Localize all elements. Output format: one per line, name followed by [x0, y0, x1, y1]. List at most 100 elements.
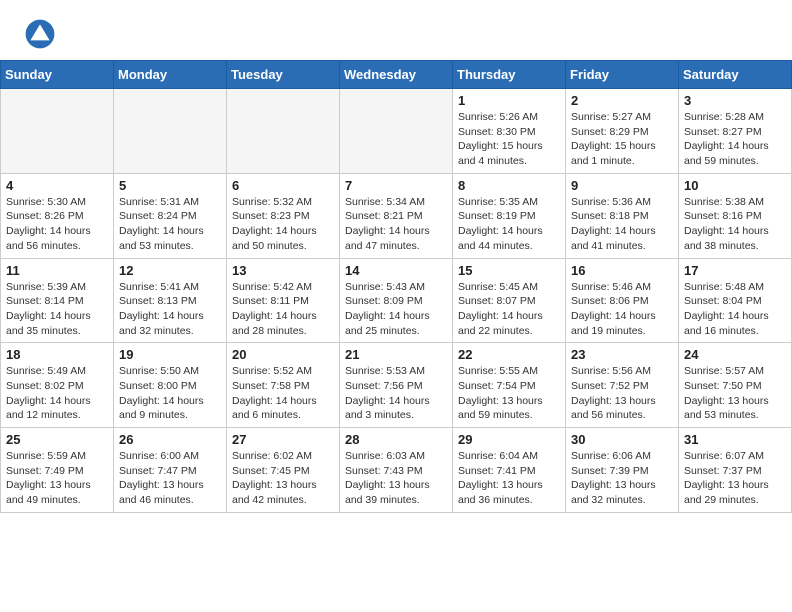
day-number: 13 [232, 263, 334, 278]
day-of-week-header: Friday [566, 61, 679, 89]
calendar-week-row: 1 Sunrise: 5:26 AM Sunset: 8:30 PM Daylig… [1, 89, 792, 174]
calendar-day-cell: 26 Sunrise: 6:00 AM Sunset: 7:47 PM Dayli… [114, 428, 227, 513]
calendar-week-row: 4 Sunrise: 5:30 AM Sunset: 8:26 PM Daylig… [1, 173, 792, 258]
day-number: 4 [6, 178, 108, 193]
day-info: Sunrise: 6:00 AM Sunset: 7:47 PM Dayligh… [119, 449, 221, 508]
calendar-table: SundayMondayTuesdayWednesdayThursdayFrid… [0, 60, 792, 513]
calendar-day-cell: 7Sunrise: 5:34 AM Sunset: 8:21 PM Daylig… [340, 173, 453, 258]
day-info: Sunrise: 5:55 AM Sunset: 7:54 PM Dayligh… [458, 364, 560, 423]
calendar-day-cell [340, 89, 453, 174]
calendar-week-row: 11Sunrise: 5:39 AM Sunset: 8:14 PM Dayli… [1, 258, 792, 343]
day-info: Sunrise: 5:32 AM Sunset: 8:23 PM Dayligh… [232, 195, 334, 254]
calendar-week-row: 18 Sunrise: 5:49 AM Sunset: 8:02 PM Dayli… [1, 343, 792, 428]
calendar-day-cell: 12 Sunrise: 5:41 AM Sunset: 8:13 PM Dayli… [114, 258, 227, 343]
calendar-day-cell: 10 Sunrise: 5:38 AM Sunset: 8:16 PM Dayli… [679, 173, 792, 258]
day-info: Sunrise: 6:03 AM Sunset: 7:43 PM Dayligh… [345, 449, 447, 508]
day-number: 14 [345, 263, 447, 278]
day-info: Sunrise: 5:50 AM Sunset: 8:00 PM Dayligh… [119, 364, 221, 423]
calendar-day-cell: 20 Sunrise: 5:52 AM Sunset: 7:58 PM Dayli… [227, 343, 340, 428]
calendar-day-cell: 27 Sunrise: 6:02 AM Sunset: 7:45 PM Dayli… [227, 428, 340, 513]
calendar-day-cell [227, 89, 340, 174]
calendar-day-cell: 8 Sunrise: 5:35 AM Sunset: 8:19 PM Daylig… [453, 173, 566, 258]
day-number: 28 [345, 432, 447, 447]
day-of-week-header: Saturday [679, 61, 792, 89]
calendar-day-cell: 15 Sunrise: 5:45 AM Sunset: 8:07 PM Dayli… [453, 258, 566, 343]
calendar-day-cell: 30 Sunrise: 6:06 AM Sunset: 7:39 PM Dayli… [566, 428, 679, 513]
day-number: 9 [571, 178, 673, 193]
logo-icon [24, 18, 56, 50]
calendar-day-cell: 29Sunrise: 6:04 AM Sunset: 7:41 PM Dayli… [453, 428, 566, 513]
day-of-week-header: Tuesday [227, 61, 340, 89]
calendar-day-cell: 31 Sunrise: 6:07 AM Sunset: 7:37 PM Dayli… [679, 428, 792, 513]
calendar-day-cell: 17 Sunrise: 5:48 AM Sunset: 8:04 PM Dayli… [679, 258, 792, 343]
calendar-day-cell: 1 Sunrise: 5:26 AM Sunset: 8:30 PM Daylig… [453, 89, 566, 174]
calendar-day-cell: 13Sunrise: 5:42 AM Sunset: 8:11 PM Dayli… [227, 258, 340, 343]
day-info: Sunrise: 5:36 AM Sunset: 8:18 PM Dayligh… [571, 195, 673, 254]
calendar-day-cell: 25 Sunrise: 5:59 AM Sunset: 7:49 PM Dayli… [1, 428, 114, 513]
calendar-day-cell: 28 Sunrise: 6:03 AM Sunset: 7:43 PM Dayli… [340, 428, 453, 513]
day-number: 15 [458, 263, 560, 278]
day-info: Sunrise: 5:56 AM Sunset: 7:52 PM Dayligh… [571, 364, 673, 423]
calendar-day-cell: 3 Sunrise: 5:28 AM Sunset: 8:27 PM Daylig… [679, 89, 792, 174]
day-of-week-header: Monday [114, 61, 227, 89]
calendar-day-cell [114, 89, 227, 174]
calendar-header-row: SundayMondayTuesdayWednesdayThursdayFrid… [1, 61, 792, 89]
day-number: 12 [119, 263, 221, 278]
day-info: Sunrise: 5:52 AM Sunset: 7:58 PM Dayligh… [232, 364, 334, 423]
day-info: Sunrise: 5:48 AM Sunset: 8:04 PM Dayligh… [684, 280, 786, 339]
calendar-day-cell: 18 Sunrise: 5:49 AM Sunset: 8:02 PM Dayli… [1, 343, 114, 428]
day-number: 16 [571, 263, 673, 278]
day-number: 25 [6, 432, 108, 447]
day-number: 19 [119, 347, 221, 362]
calendar-day-cell: 11Sunrise: 5:39 AM Sunset: 8:14 PM Dayli… [1, 258, 114, 343]
day-number: 10 [684, 178, 786, 193]
logo [24, 18, 60, 50]
calendar-day-cell: 6 Sunrise: 5:32 AM Sunset: 8:23 PM Daylig… [227, 173, 340, 258]
day-info: Sunrise: 6:04 AM Sunset: 7:41 PM Dayligh… [458, 449, 560, 508]
calendar-day-cell: 4 Sunrise: 5:30 AM Sunset: 8:26 PM Daylig… [1, 173, 114, 258]
day-number: 18 [6, 347, 108, 362]
day-info: Sunrise: 5:31 AM Sunset: 8:24 PM Dayligh… [119, 195, 221, 254]
day-number: 31 [684, 432, 786, 447]
day-info: Sunrise: 6:02 AM Sunset: 7:45 PM Dayligh… [232, 449, 334, 508]
day-number: 24 [684, 347, 786, 362]
day-number: 11 [6, 263, 108, 278]
day-info: Sunrise: 5:46 AM Sunset: 8:06 PM Dayligh… [571, 280, 673, 339]
day-info: Sunrise: 5:30 AM Sunset: 8:26 PM Dayligh… [6, 195, 108, 254]
day-of-week-header: Sunday [1, 61, 114, 89]
day-number: 8 [458, 178, 560, 193]
day-info: Sunrise: 5:28 AM Sunset: 8:27 PM Dayligh… [684, 110, 786, 169]
day-info: Sunrise: 5:57 AM Sunset: 7:50 PM Dayligh… [684, 364, 786, 423]
day-number: 27 [232, 432, 334, 447]
calendar-day-cell: 19 Sunrise: 5:50 AM Sunset: 8:00 PM Dayli… [114, 343, 227, 428]
day-info: Sunrise: 5:26 AM Sunset: 8:30 PM Dayligh… [458, 110, 560, 169]
day-number: 2 [571, 93, 673, 108]
day-info: Sunrise: 5:41 AM Sunset: 8:13 PM Dayligh… [119, 280, 221, 339]
page-header [0, 0, 792, 60]
calendar-day-cell: 9 Sunrise: 5:36 AM Sunset: 8:18 PM Daylig… [566, 173, 679, 258]
day-of-week-header: Thursday [453, 61, 566, 89]
day-info: Sunrise: 6:06 AM Sunset: 7:39 PM Dayligh… [571, 449, 673, 508]
day-info: Sunrise: 5:59 AM Sunset: 7:49 PM Dayligh… [6, 449, 108, 508]
calendar-day-cell: 23Sunrise: 5:56 AM Sunset: 7:52 PM Dayli… [566, 343, 679, 428]
day-info: Sunrise: 5:38 AM Sunset: 8:16 PM Dayligh… [684, 195, 786, 254]
day-info: Sunrise: 5:34 AM Sunset: 8:21 PM Dayligh… [345, 195, 447, 254]
calendar-day-cell: 5Sunrise: 5:31 AM Sunset: 8:24 PM Daylig… [114, 173, 227, 258]
day-number: 26 [119, 432, 221, 447]
day-info: Sunrise: 5:35 AM Sunset: 8:19 PM Dayligh… [458, 195, 560, 254]
day-info: Sunrise: 5:45 AM Sunset: 8:07 PM Dayligh… [458, 280, 560, 339]
day-info: Sunrise: 5:49 AM Sunset: 8:02 PM Dayligh… [6, 364, 108, 423]
day-number: 17 [684, 263, 786, 278]
day-number: 6 [232, 178, 334, 193]
day-number: 22 [458, 347, 560, 362]
calendar-day-cell: 16 Sunrise: 5:46 AM Sunset: 8:06 PM Dayli… [566, 258, 679, 343]
day-number: 30 [571, 432, 673, 447]
calendar-day-cell: 21Sunrise: 5:53 AM Sunset: 7:56 PM Dayli… [340, 343, 453, 428]
calendar-day-cell [1, 89, 114, 174]
day-number: 3 [684, 93, 786, 108]
day-number: 1 [458, 93, 560, 108]
day-number: 21 [345, 347, 447, 362]
calendar-day-cell: 2Sunrise: 5:27 AM Sunset: 8:29 PM Daylig… [566, 89, 679, 174]
day-number: 20 [232, 347, 334, 362]
day-info: Sunrise: 6:07 AM Sunset: 7:37 PM Dayligh… [684, 449, 786, 508]
